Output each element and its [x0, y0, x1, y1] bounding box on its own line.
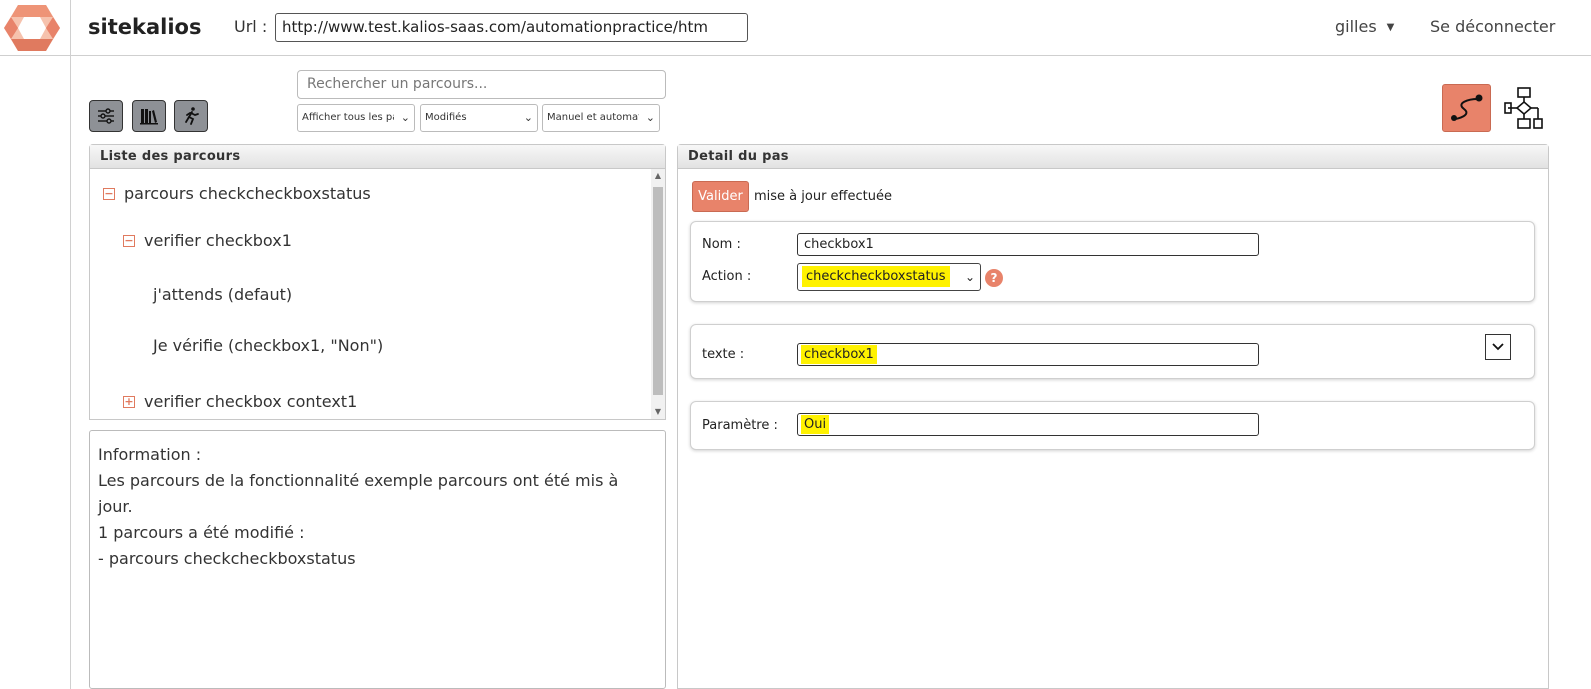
display-filter-select[interactable]: Afficher tous les par ⌄: [297, 104, 415, 132]
url-label: Url :: [234, 17, 268, 36]
status-message: mise à jour effectuée: [754, 189, 892, 204]
flowchart-view-button[interactable]: [1504, 86, 1544, 130]
collapse-icon[interactable]: −: [123, 234, 135, 247]
route-path-icon: [1450, 94, 1482, 121]
name-input[interactable]: checkbox1: [797, 233, 1259, 256]
scroll-thumb[interactable]: [653, 187, 663, 395]
user-name: gilles: [1335, 17, 1377, 36]
top-header: sitekalios Url : http://www.test.kalios-…: [0, 0, 1591, 56]
expand-icon[interactable]: +: [123, 395, 135, 408]
tree-item-label: Je vérifie (checkbox1, "Non"): [153, 336, 384, 355]
tree-item-label: verifier checkbox1: [144, 231, 292, 250]
run-button[interactable]: [174, 100, 208, 132]
action-select[interactable]: checkcheckboxstatus ⌄: [797, 263, 981, 291]
collapse-icon[interactable]: −: [103, 187, 115, 200]
caret-down-icon: ▼: [1386, 22, 1395, 33]
app-title: sitekalios: [88, 15, 202, 39]
flowchart-icon: [1504, 87, 1543, 129]
chevron-down-icon: ⌄: [400, 111, 410, 124]
route-search-input[interactable]: Rechercher un parcours...: [297, 70, 666, 99]
settings-sliders-button[interactable]: [89, 100, 123, 132]
scroll-down-icon[interactable]: ▼: [651, 405, 665, 419]
kalios-logo-icon: [4, 5, 60, 51]
expand-button[interactable]: [1485, 334, 1511, 360]
parameter-input-value: Oui: [801, 415, 830, 434]
scroll-up-icon[interactable]: ▲: [651, 169, 665, 183]
url-input[interactable]: http://www.test.kalios-saas.com/automati…: [275, 13, 748, 42]
name-label: Nom :: [702, 237, 741, 252]
text-input[interactable]: checkbox1: [797, 343, 1259, 366]
left-rail-divider: [70, 0, 71, 689]
tree-item-step-group[interactable]: + verifier checkbox context1: [123, 392, 357, 411]
tree-item-step[interactable]: j'attends (defaut): [153, 285, 292, 304]
tree-item-step[interactable]: Je vérifie (checkbox1, "Non"): [153, 336, 383, 355]
text-input-value: checkbox1: [801, 345, 877, 364]
action-select-value: checkcheckboxstatus: [802, 266, 950, 287]
help-icon[interactable]: ?: [985, 269, 1003, 287]
tree-item-label: j'attends (defaut): [153, 285, 293, 304]
books-icon: [140, 109, 158, 125]
logout-link[interactable]: Se déconnecter: [1430, 17, 1555, 36]
chevron-down-icon: ⌄: [645, 111, 655, 124]
parameter-input[interactable]: Oui: [797, 413, 1259, 436]
chevron-down-icon: ⌄: [964, 270, 975, 284]
action-label: Action :: [702, 269, 752, 284]
running-person-icon: [185, 107, 199, 125]
validate-button[interactable]: Valider: [692, 181, 749, 212]
info-line: - parcours checkcheckboxstatus: [98, 549, 356, 568]
route-list-title: Liste des parcours: [90, 145, 665, 169]
state-filter-select[interactable]: Modifiés ⌄: [420, 104, 538, 132]
mode-filter-select[interactable]: Manuel et automatis⌄: [542, 104, 660, 132]
route-list-scrollbar[interactable]: ▲ ▼: [651, 169, 665, 419]
information-box: Information : Les parcours de la fonctio…: [89, 430, 666, 689]
chevron-down-icon: ⌄: [523, 111, 533, 124]
user-menu[interactable]: gilles ▼: [1335, 17, 1394, 36]
info-line: 1 parcours a été modifié :: [98, 523, 305, 542]
sliders-icon: [98, 108, 114, 124]
info-line: Information :: [98, 445, 202, 464]
tree-item-step-group[interactable]: − verifier checkbox1: [123, 231, 292, 250]
tree-item-label: verifier checkbox context1: [144, 392, 358, 411]
parameter-label: Paramètre :: [702, 418, 778, 433]
route-view-button[interactable]: [1442, 84, 1491, 132]
tree-item-label: parcours checkcheckboxstatus: [124, 184, 371, 203]
text-label: texte :: [702, 347, 745, 362]
info-line: Les parcours de la fonctionnalité exempl…: [98, 471, 619, 516]
tree-item-route[interactable]: − parcours checkcheckboxstatus: [103, 184, 371, 203]
step-detail-title: Detail du pas: [678, 145, 1548, 169]
library-button[interactable]: [132, 100, 166, 132]
chevron-down-icon: [1492, 343, 1504, 351]
